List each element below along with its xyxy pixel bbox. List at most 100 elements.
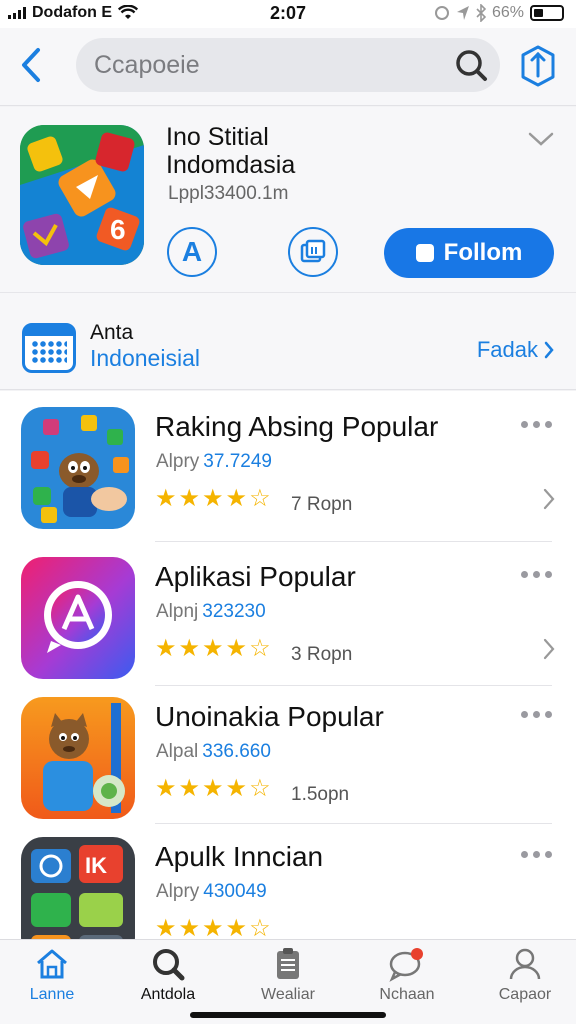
appstore-glyph: A xyxy=(181,236,203,267)
star-empty-icon: ☆ xyxy=(249,775,271,802)
search-icon xyxy=(153,949,185,981)
share-icon[interactable] xyxy=(518,44,558,88)
tab-clipboard[interactable]: Wealiar xyxy=(233,946,343,1016)
sync-icon xyxy=(434,6,449,20)
star-full-icon: ★ xyxy=(225,485,248,512)
tab-label: Wealiar xyxy=(261,986,315,1003)
tab-chat[interactable]: Nchaan xyxy=(352,946,462,1016)
app-title: Unoinakia Popular xyxy=(155,701,384,732)
svg-text:6: 6 xyxy=(110,214,126,245)
chevron-right-icon[interactable] xyxy=(542,637,556,661)
follow-button[interactable]: Follom xyxy=(384,228,554,278)
star-empty-icon: ☆ xyxy=(249,485,271,512)
chevron-right-icon xyxy=(544,341,554,359)
battery-icon xyxy=(530,5,564,21)
star-full-icon: ★ xyxy=(225,775,248,802)
app-sub-label: Alpry xyxy=(156,451,200,472)
region-link-label: Fadak xyxy=(476,337,538,362)
search-bar[interactable] xyxy=(76,38,500,92)
bluetooth-icon xyxy=(476,4,486,22)
star-empty-icon: ☆ xyxy=(249,635,271,662)
app-icon xyxy=(21,557,135,679)
app-sub-value: 37.7249 xyxy=(203,451,272,472)
star-full-icon: ★ xyxy=(178,485,201,512)
star-empty-icon: ☆ xyxy=(249,915,271,940)
list-item[interactable]: Unoinakia Popular Alpal 336.660 ★ ★ ★ ★ ☆ 1.5… xyxy=(0,681,576,823)
chevron-down-icon[interactable] xyxy=(526,129,556,149)
search-icon[interactable] xyxy=(454,48,488,82)
app-sub-value: 336.660 xyxy=(202,741,271,762)
app-title: Aplikasi Popular xyxy=(155,561,356,592)
region-link[interactable]: Fadak xyxy=(477,337,554,363)
list-item[interactable]: Raking Absing Popular Alpry 37.7249 ★ ★ ★ ★ ☆… xyxy=(0,391,576,533)
status-bar: Dodafon E 2:07 66% xyxy=(0,0,576,28)
tab-label: Antdola xyxy=(140,986,196,1003)
app-sub-value: 430049 xyxy=(203,881,267,902)
app-sub-label: Alpnj xyxy=(156,601,199,622)
calendar-icon xyxy=(22,323,76,373)
app-subtitle: Alpnj 323230 xyxy=(156,601,266,623)
app-title: Apulk Inncian xyxy=(155,841,324,872)
app-count: 7 Ropn xyxy=(291,494,353,515)
star-full-icon: ★ xyxy=(202,775,224,802)
star-full-icon: ★ xyxy=(225,915,248,940)
follow-label: Follom xyxy=(443,239,523,266)
star-full-icon: ★ xyxy=(178,635,201,662)
star-rating: ★ ★ ★ ★ ☆ xyxy=(155,637,271,661)
home-indicator[interactable] xyxy=(190,1012,386,1018)
featured-title-line2: Indomdasia xyxy=(166,151,296,179)
chevron-right-icon[interactable] xyxy=(542,487,556,511)
app-title: Raking Absing Popular xyxy=(155,411,439,442)
featured-app-title: Ino Stitial Indomdasia xyxy=(166,123,466,179)
app-sub-label: Alpal xyxy=(156,741,199,762)
more-icon[interactable] xyxy=(521,421,552,428)
more-icon[interactable] xyxy=(521,851,552,858)
tab-home[interactable]: Lanne xyxy=(0,946,107,1016)
clipboard-icon xyxy=(277,948,299,979)
tab-profile[interactable]: Capaor xyxy=(470,946,576,1016)
list-item[interactable]: Aplikasi Popular Alpnj 323230 ★ ★ ★ ★ ☆ 3 Rop… xyxy=(0,541,576,683)
app-icon: IK xyxy=(21,837,135,939)
app-list: Raking Absing Popular Alpry 37.7249 ★ ★ ★ ★ ☆… xyxy=(0,391,576,939)
star-full-icon: ★ xyxy=(202,915,224,940)
featured-app-icon[interactable]: 6 xyxy=(20,125,144,265)
app-icon xyxy=(21,407,135,529)
tab-label: Lanne xyxy=(29,986,75,1003)
star-rating: ★ ★ ★ ★ ☆ xyxy=(155,915,271,940)
star-full-icon: ★ xyxy=(202,635,224,662)
chat-icon xyxy=(389,948,423,982)
featured-app: 6 Ino Stitial Indomdasia Lppl33400.1m A … xyxy=(0,107,576,292)
app-subtitle: Alpal 336.660 xyxy=(156,741,271,763)
svg-text:IK: IK xyxy=(85,853,107,878)
appstore-button[interactable]: A xyxy=(167,227,217,277)
back-icon[interactable] xyxy=(16,46,46,84)
star-full-icon: ★ xyxy=(155,775,177,802)
tab-search[interactable]: Antdola xyxy=(113,946,223,1016)
star-full-icon: ★ xyxy=(178,775,201,802)
battery-percent: 66% xyxy=(491,4,524,21)
app-icon xyxy=(21,697,135,819)
tab-label: Nchaan xyxy=(379,986,435,1003)
list-item[interactable]: IK Apulk Inncian Alpry 430049 ★ ★ ★ ★ ☆ xyxy=(0,821,576,939)
star-full-icon: ★ xyxy=(155,915,177,940)
star-rating: ★ ★ ★ ★ ☆ xyxy=(155,777,271,801)
star-full-icon: ★ xyxy=(202,485,224,512)
app-subtitle: Alpry 430049 xyxy=(156,881,267,903)
star-full-icon: ★ xyxy=(155,635,177,662)
follow-icon xyxy=(415,244,434,262)
status-right: 66% xyxy=(434,4,564,22)
app-count: 1.5opn xyxy=(291,784,350,805)
region-value: Indoneisial xyxy=(90,345,200,371)
app-sub-value: 323230 xyxy=(202,601,266,622)
location-icon xyxy=(456,6,469,20)
region-row[interactable]: Anta Indoneisial Fadak xyxy=(0,292,576,390)
person-icon xyxy=(509,948,541,980)
featured-title-line1: Ino Stitial xyxy=(166,123,269,151)
region-label: Anta xyxy=(90,321,134,344)
featured-app-subtitle: Lppl33400.1m xyxy=(168,183,289,204)
tab-label: Capaor xyxy=(498,986,552,1003)
gallery-button[interactable] xyxy=(288,227,338,277)
search-input[interactable] xyxy=(94,50,434,80)
more-icon[interactable] xyxy=(521,571,552,578)
more-icon[interactable] xyxy=(521,711,552,718)
